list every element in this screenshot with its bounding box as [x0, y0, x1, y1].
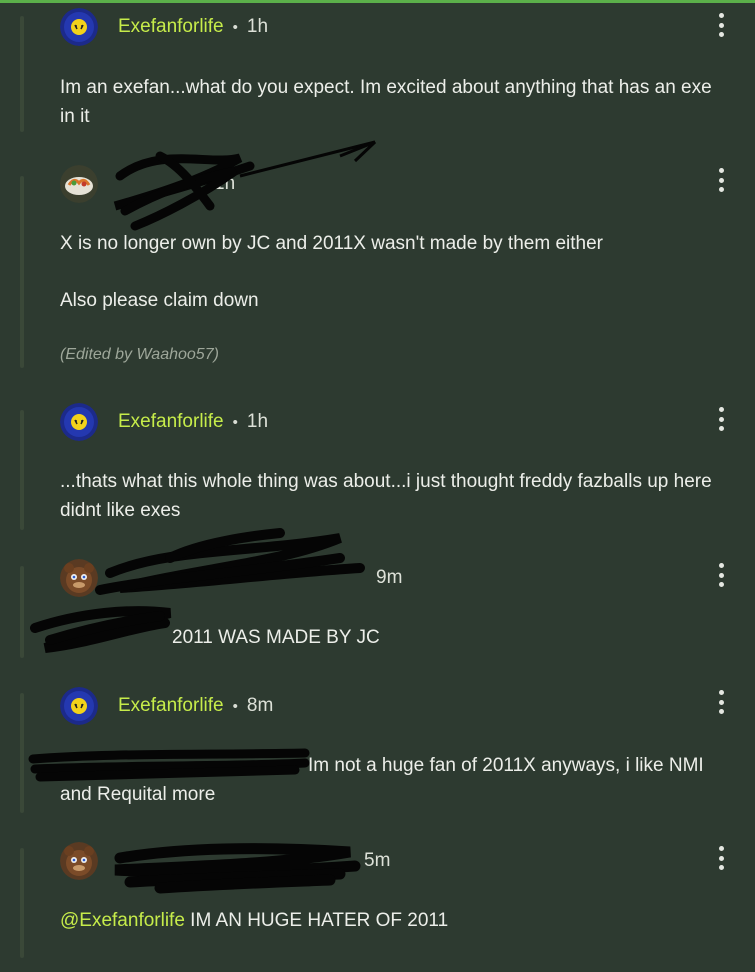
comment-body: Im not a huge fan of 2011X anyways, i li…: [60, 751, 730, 809]
thread-line[interactable]: [20, 16, 24, 132]
more-options-icon[interactable]: [718, 13, 724, 37]
edited-note: (Edited by Waahoo57): [60, 346, 219, 363]
timestamp: 1h: [214, 173, 236, 194]
username[interactable]: Exefanforlife: [118, 695, 224, 717]
comment-text: Also please claim down: [60, 290, 259, 311]
thread-line[interactable]: [20, 566, 24, 658]
separator-dot: •: [232, 697, 238, 715]
username[interactable]: Exefanforlife: [118, 411, 224, 433]
comment-text-content: Im not a huge fan of 2011X anyways, i li…: [308, 755, 704, 776]
comment-text-content: 2011 WAS MADE BY JC: [172, 627, 380, 648]
comment-text: X is no longer own by JC and 2011X wasn'…: [60, 233, 603, 254]
comment-body: ...thats what this whole thing was about…: [60, 467, 730, 525]
peace-sign-avatar-icon[interactable]: [60, 8, 98, 46]
comment-header: 1h: [60, 165, 235, 203]
timestamp: 5m: [364, 850, 391, 871]
comment-header: Exefanforlife • 1h: [60, 8, 268, 46]
thread-line[interactable]: [20, 410, 24, 530]
food-plate-avatar-icon[interactable]: [60, 165, 98, 203]
separator-dot: •: [232, 413, 238, 431]
comment-text: ...thats what this whole thing was about…: [60, 471, 712, 521]
more-options-icon[interactable]: [718, 563, 724, 587]
thread-line[interactable]: [20, 693, 24, 813]
timestamp: 8m: [246, 695, 274, 716]
username[interactable]: Exefanforlife: [118, 16, 224, 38]
comment-text: @Exefanforlife IM AN HUGE HATER OF 2011: [60, 906, 730, 935]
comment-header: 5m: [60, 842, 390, 880]
top-accent-bar: [0, 0, 755, 3]
more-options-icon[interactable]: [718, 168, 724, 192]
comment-text: and Requital more: [60, 784, 216, 805]
thread-line[interactable]: [20, 848, 24, 958]
timestamp: 9m: [376, 567, 403, 588]
separator-dot: •: [232, 18, 238, 36]
comment-body: Im an exefan...what do you expect. Im ex…: [60, 73, 730, 131]
more-options-icon[interactable]: [718, 690, 724, 714]
more-options-icon[interactable]: [718, 407, 724, 431]
comment-header: Exefanforlife • 8m: [60, 687, 273, 725]
freddy-avatar-icon[interactable]: [60, 842, 98, 880]
comment-text: Im an exefan...what do you expect. Im ex…: [60, 77, 712, 127]
thread-line[interactable]: [20, 176, 24, 368]
timestamp: 1h: [246, 411, 269, 432]
comment-body: 2011 WAS MADE BY JC: [60, 623, 730, 652]
freddy-avatar-icon[interactable]: [60, 559, 98, 597]
comment-body: X is no longer own by JC and 2011X wasn'…: [60, 229, 730, 369]
comment-text-content: IM AN HUGE HATER OF 2011: [184, 910, 449, 931]
timestamp: 1h: [246, 16, 269, 37]
mention-link[interactable]: @Exefanforlife: [60, 910, 185, 931]
comment-text: 2011 WAS MADE BY JC: [60, 623, 730, 652]
more-options-icon[interactable]: [718, 846, 724, 870]
peace-sign-avatar-icon[interactable]: [60, 687, 98, 725]
comment-header: 9m: [60, 559, 402, 597]
peace-sign-avatar-icon[interactable]: [60, 403, 98, 441]
comment-header: Exefanforlife • 1h: [60, 403, 268, 441]
comment-body: @Exefanforlife IM AN HUGE HATER OF 2011: [60, 906, 730, 935]
comment-text: Im not a huge fan of 2011X anyways, i li…: [60, 751, 730, 780]
